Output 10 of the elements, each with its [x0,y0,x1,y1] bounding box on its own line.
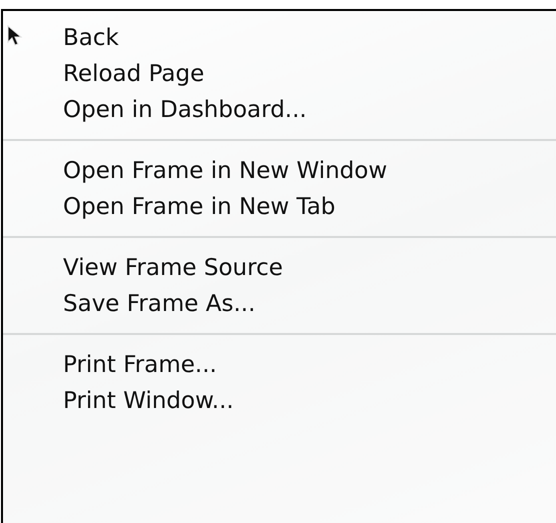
menu-item[interactable]: Reload Page [63,61,204,87]
menu-item[interactable]: Print Frame... [63,352,217,378]
menu-item[interactable]: Open in Dashboard... [63,97,307,123]
menu-item[interactable]: Open Frame in New Tab [63,194,336,220]
pointer-cursor-icon [7,25,23,47]
menu-item[interactable]: Open Frame in New Window [63,158,388,184]
menu-item[interactable]: Back [63,25,119,51]
menu-item[interactable]: View Frame Source [63,255,283,281]
menu-item[interactable]: Print Window... [63,388,234,414]
menu-item[interactable]: Save Frame As... [63,291,256,317]
